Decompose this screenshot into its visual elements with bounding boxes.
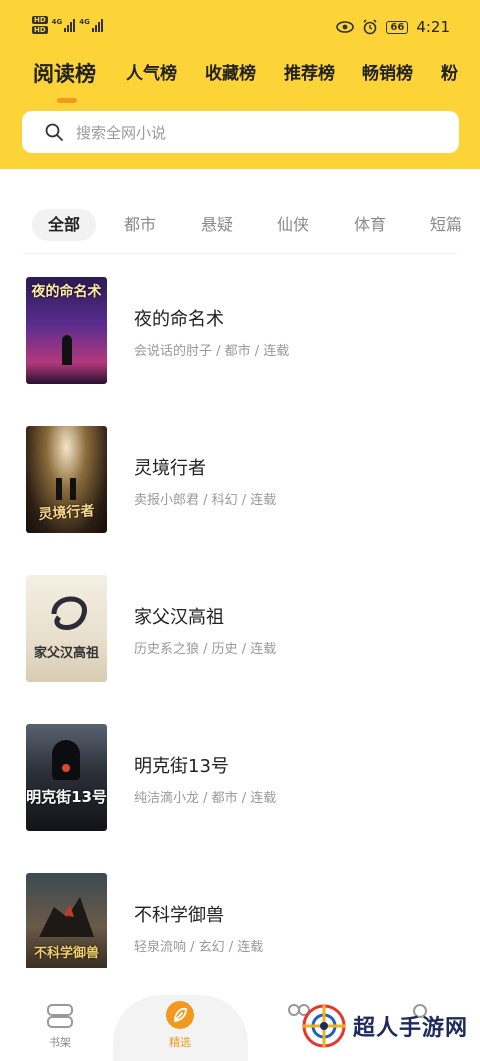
status-bar: HD HD 4G 4G 66 4:21	[0, 0, 480, 46]
leaf-icon	[166, 1001, 194, 1029]
cover-title: 家父汉高祖	[33, 646, 99, 661]
nav-featured[interactable]: 精选	[140, 1000, 220, 1050]
divider	[22, 253, 458, 254]
hd-icon: HD HD	[32, 16, 48, 34]
network-label: 4G	[79, 18, 90, 26]
book-item[interactable]: 不科学御兽 不科学御兽 轻泉流响 / 玄幻 / 连载	[0, 873, 480, 983]
category-all[interactable]: 全部	[32, 209, 97, 241]
tab-favorites-rank[interactable]: 收藏榜	[205, 56, 256, 92]
cover-title: 不科学御兽	[33, 946, 99, 961]
search-bar[interactable]: 搜索全网小说	[22, 111, 459, 153]
ranking-tabs: 阅读榜 人气榜 收藏榜 推荐榜 畅销榜 粉	[0, 56, 480, 106]
tab-recommend-rank[interactable]: 推荐榜	[284, 56, 335, 92]
search-placeholder: 搜索全网小说	[76, 123, 167, 142]
clock: 4:21	[416, 18, 450, 36]
tab-popularity-rank[interactable]: 人气榜	[126, 56, 177, 92]
book-item[interactable]: 灵境行者 灵境行者 卖报小郎君 / 科幻 / 连载	[0, 426, 480, 536]
network-label: 4G	[51, 18, 63, 26]
tab-indicator	[57, 98, 77, 103]
book-meta: 纯洁滴小龙 / 都市 / 连载	[134, 791, 277, 806]
book-cover: 不科学御兽	[26, 873, 107, 980]
search-icon	[45, 123, 63, 141]
signal-icon: 4G	[52, 18, 76, 32]
book-title: 不科学御兽	[134, 905, 224, 926]
cover-title: 明克街13号	[26, 788, 107, 806]
book-meta: 历史系之狼 / 历史 / 连载	[134, 642, 277, 657]
watermark-text: 超人手游网	[352, 1016, 468, 1041]
hd-label: HD	[32, 26, 48, 34]
book-title: 灵境行者	[134, 458, 206, 479]
book-cover: 明克街13号	[26, 724, 107, 831]
tab-bestseller-rank[interactable]: 畅销榜	[362, 56, 413, 92]
eye-icon	[336, 21, 355, 33]
battery-icon: 66	[386, 20, 409, 34]
book-cover: 夜的命名术	[26, 277, 107, 384]
book-title: 明克街13号	[134, 756, 229, 777]
book-title: 夜的命名术	[134, 309, 224, 330]
category-urban[interactable]: 都市	[124, 209, 156, 241]
hd-label: HD	[32, 16, 48, 24]
nav-label: 书架	[49, 1036, 71, 1049]
category-suspense[interactable]: 悬疑	[201, 209, 233, 241]
book-title: 家父汉高祖	[134, 607, 224, 628]
cover-title: 灵境行者	[38, 503, 95, 523]
nav-label: 精选	[169, 1036, 191, 1049]
book-item[interactable]: 明克街13号 明克街13号 纯洁滴小龙 / 都市 / 连载	[0, 724, 480, 834]
book-meta: 会说话的肘子 / 都市 / 连载	[134, 344, 290, 359]
signal-icon: 4G	[79, 18, 103, 32]
watermark-logo-icon	[302, 1004, 346, 1048]
cover-title: 夜的命名术	[31, 284, 102, 300]
category-short[interactable]: 短篇	[430, 209, 462, 241]
bookshelf-icon	[47, 1004, 73, 1028]
tab-fans-rank[interactable]: 粉	[441, 56, 458, 92]
book-item[interactable]: 夜的命名术 夜的命名术 会说话的肘子 / 都市 / 连载	[0, 277, 480, 387]
book-cover: 灵境行者	[26, 426, 107, 533]
category-sports[interactable]: 体育	[354, 209, 386, 241]
book-meta: 轻泉流响 / 玄幻 / 连载	[134, 940, 264, 955]
alarm-icon	[363, 19, 377, 35]
nav-bookshelf[interactable]: 书架	[20, 1002, 100, 1050]
watermark: 超人手游网	[301, 1003, 468, 1049]
book-item[interactable]: 家父汉高祖 家父汉高祖 历史系之狼 / 历史 / 连载	[0, 575, 480, 685]
tab-reading-rank[interactable]: 阅读榜	[33, 56, 96, 92]
category-xianxia[interactable]: 仙侠	[277, 209, 309, 241]
book-meta: 卖报小郎君 / 科幻 / 连载	[134, 493, 277, 508]
book-cover: 家父汉高祖	[26, 575, 107, 682]
header: HD HD 4G 4G 66 4:21 阅读榜 人气榜 收藏榜 推荐榜 畅销榜 …	[0, 0, 480, 169]
category-filter: 全部 都市 悬疑 仙侠 体育 短篇	[0, 205, 480, 245]
